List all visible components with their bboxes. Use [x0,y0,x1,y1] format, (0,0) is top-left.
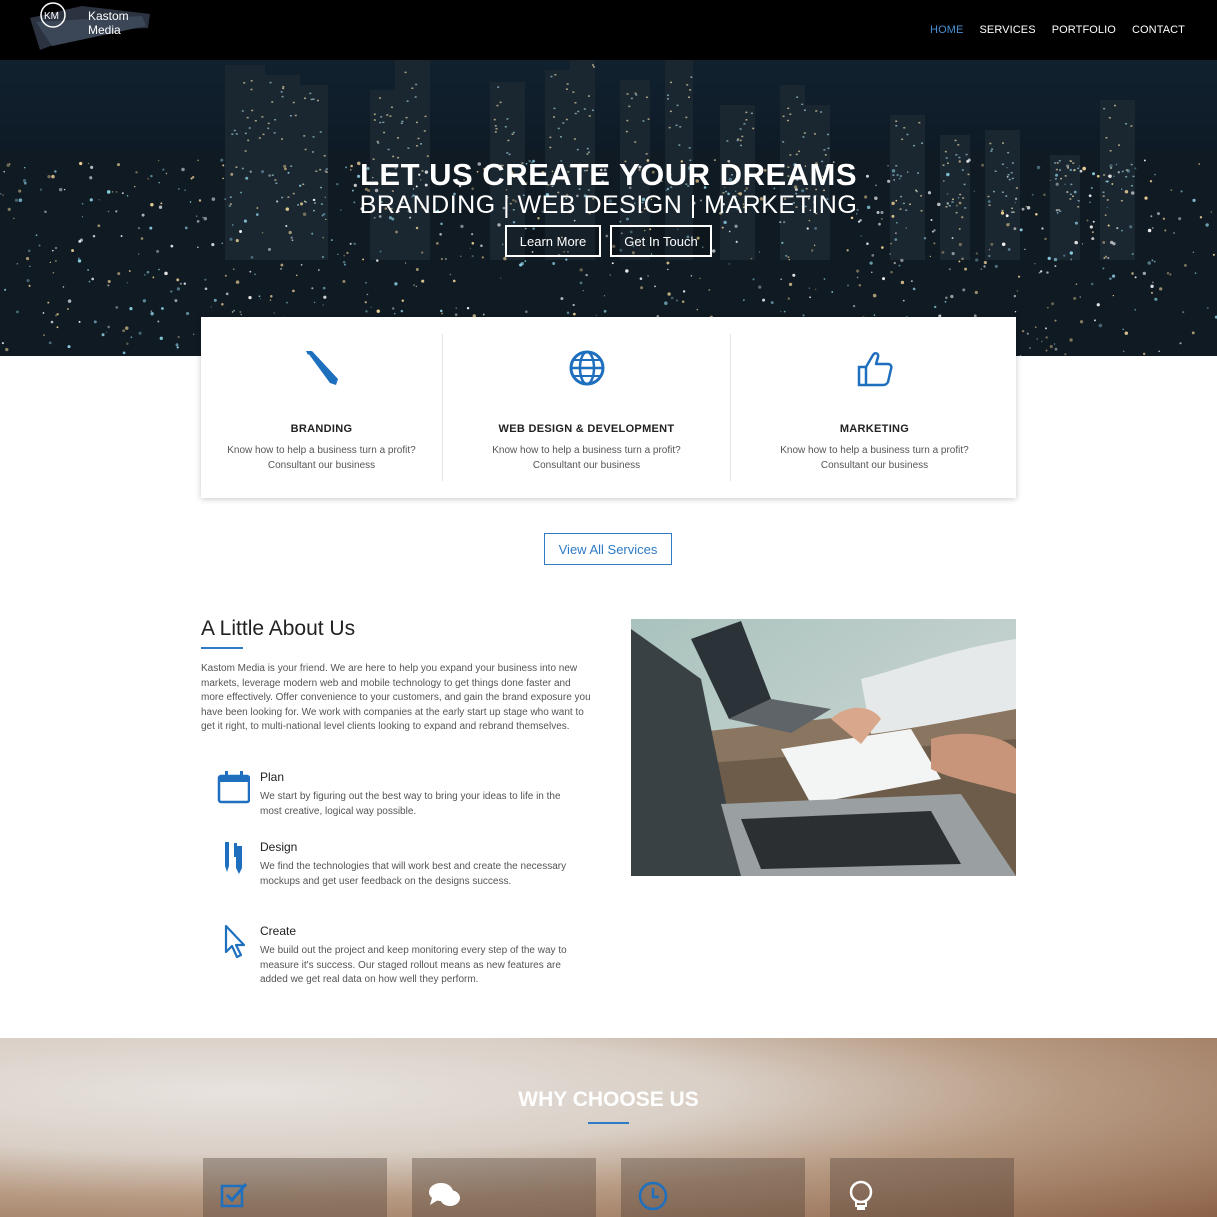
logo[interactable]: KM Kastom Media [22,0,154,56]
services-card: BRANDING Know how to help a business tur… [201,317,1016,498]
checkbox-icon [220,1183,248,1208]
feature-title: Design [260,840,298,854]
feature-desc: We start by figuring out the best way to… [260,791,561,817]
feature-title: Create [260,924,297,938]
feature-desc: We build out the project and keep monito… [260,945,567,986]
learn-more-button[interactable]: Learn More [505,225,601,257]
get-in-touch-button[interactable]: Get In Touch [610,225,712,257]
service-desc: Know how to help a business turn a profi… [227,445,416,471]
feature-create: Create We build out the project and keep… [216,924,576,994]
why-box [203,1158,387,1217]
feature-design: Design We find the technologies that wil… [216,840,576,910]
feature-title: Plan [260,770,285,784]
why-title: WHY CHOOSE US [518,1088,699,1111]
pens-icon [225,842,242,874]
feature-desc: We find the technologies that will work … [260,861,567,887]
service-title: WEB DESIGN & DEVELOPMENT [498,423,675,435]
logo-text: Kastom Media [88,9,129,37]
view-all-services-button[interactable]: View All Services [544,533,672,565]
why-box [412,1158,596,1217]
why-choose-us-section: WHY CHOOSE US [0,1038,1217,1217]
globe-icon [569,350,604,386]
why-box [621,1158,805,1217]
cursor-icon [224,924,246,959]
service-web-design: WEB DESIGN & DEVELOPMENT Know how to hel… [443,317,730,498]
about-title: A Little About Us [201,617,356,640]
clock-icon [638,1181,668,1211]
main-nav: HOME SERVICES PORTFOLIO CONTACT [914,0,1217,60]
why-title-underline [588,1122,629,1124]
nav-home[interactable]: HOME [930,24,963,36]
laptop-work-photo [631,619,1016,876]
lightbulb-icon [849,1180,873,1210]
service-branding: BRANDING Know how to help a business tur… [201,317,442,498]
hero-title: LET US CREATE YOUR DREAMS [359,157,858,192]
about-title-underline [201,647,243,649]
feature-plan: Plan We start by figuring out the best w… [216,770,576,830]
service-marketing: MARKETING Know how to help a business tu… [731,317,1018,498]
service-title: BRANDING [290,423,353,435]
service-desc: Know how to help a business turn a profi… [780,445,969,471]
why-box [830,1158,1014,1217]
logo-monogram: KM [44,11,59,22]
hero-subtitle: BRANDING | WEB DESIGN | MARKETING [359,191,858,219]
nav-portfolio[interactable]: PORTFOLIO [1052,24,1116,36]
nav-contact[interactable]: CONTACT [1132,24,1185,36]
calendar-icon [217,771,250,804]
pencil-icon [305,351,338,385]
hero-banner: LET US CREATE YOUR DREAMS BRANDING | WEB… [0,60,1217,356]
about-text: Kastom Media is your friend. We are here… [201,663,591,733]
service-desc: Know how to help a business turn a profi… [492,445,681,471]
site-header: KM Kastom Media HOME SERVICES PORTFOLIO … [0,0,1217,60]
service-title: MARKETING [839,423,910,435]
thumbs-up-icon [857,352,893,387]
chat-icon [429,1183,460,1206]
nav-services[interactable]: SERVICES [979,24,1035,36]
